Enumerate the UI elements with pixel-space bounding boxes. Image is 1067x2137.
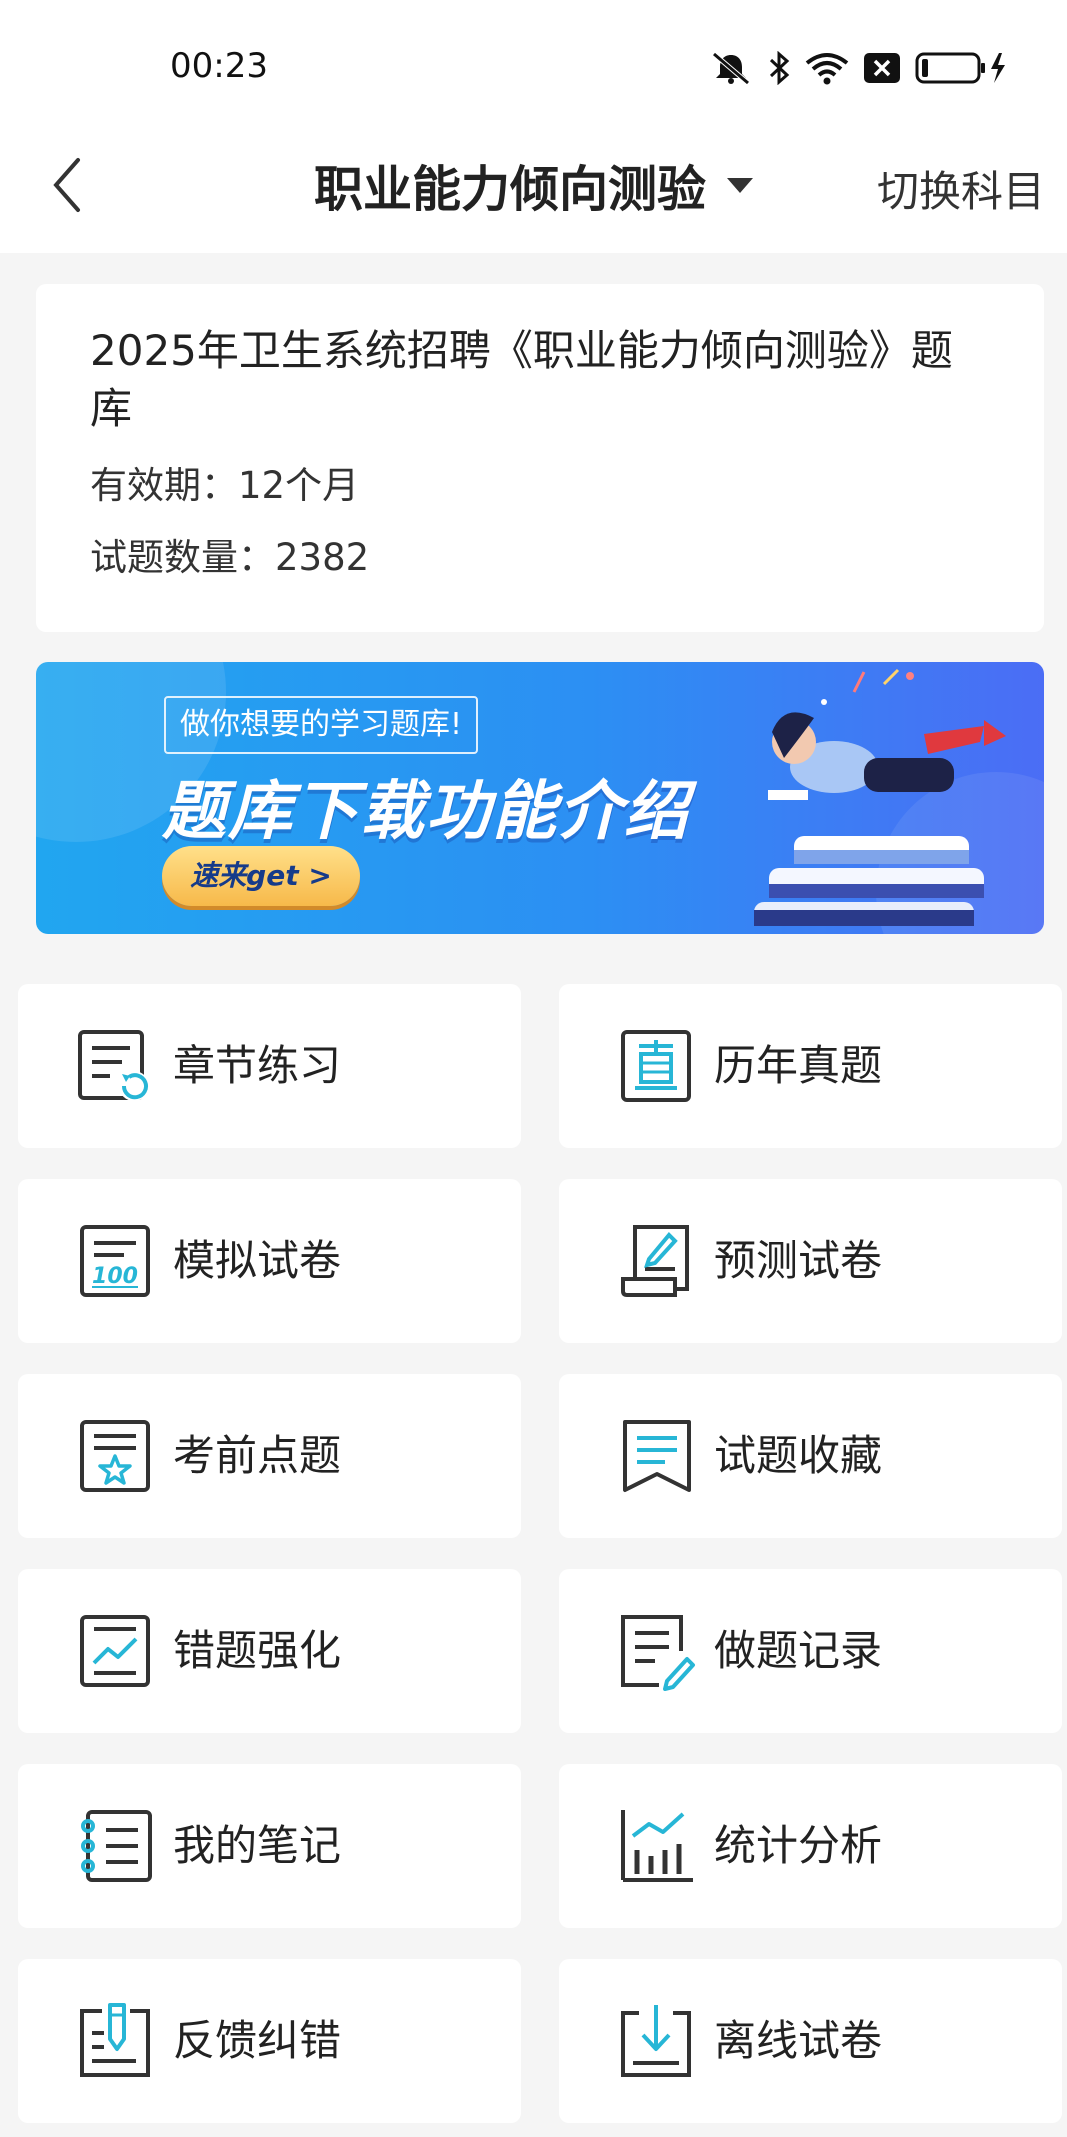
question-count: 试题数量：2382	[90, 536, 370, 579]
student-reading-illustration	[754, 668, 1006, 926]
validity-period: 有效期：12个月	[90, 464, 360, 507]
status-time: 00:23	[170, 46, 268, 86]
status-bar: 00:23	[0, 0, 1067, 120]
bookmark-icon	[623, 1420, 691, 1492]
menu-label: 我的笔记	[173, 1821, 342, 1870]
practice-record-icon	[621, 1615, 695, 1691]
statistics-icon	[621, 1810, 693, 1882]
mute-icon	[712, 52, 750, 85]
menu-feedback[interactable]: 反馈纠错	[18, 1959, 521, 2123]
menu-chapter-practice[interactable]: 章节练习	[18, 984, 521, 1148]
nav-bar: 职业能力倾向测验 切换科目	[0, 120, 1067, 253]
menu-label: 统计分析	[714, 1821, 883, 1870]
menu-statistics[interactable]: 统计分析	[559, 1764, 1062, 1928]
question-bank-title: 2025年卫生系统招聘《职业能力倾向测验》题库	[90, 326, 953, 433]
notes-icon	[81, 1810, 152, 1882]
promo-banner[interactable]: 做你想要的学习题库! 题库下载功能介绍 速来get >	[36, 662, 1044, 934]
menu-practice-record[interactable]: 做题记录	[559, 1569, 1062, 1733]
menu-label: 离线试卷	[714, 2016, 883, 2065]
menu-offline-paper[interactable]: 离线试卷	[559, 1959, 1062, 2123]
menu-label: 章节练习	[173, 1041, 342, 1090]
menu-past-exams[interactable]: 历年真题	[559, 984, 1062, 1148]
banner-cta-button[interactable]: 速来get >	[162, 846, 360, 906]
sim-blocked-icon	[864, 53, 900, 83]
past-exams-icon	[621, 1030, 691, 1102]
page-title: 职业能力倾向测验	[313, 161, 706, 218]
wrong-questions-icon	[80, 1615, 150, 1687]
menu-label: 错题强化	[173, 1626, 342, 1675]
menu-label: 反馈纠错	[173, 2016, 342, 2065]
menu-prediction-paper[interactable]: 预测试卷	[559, 1179, 1062, 1343]
menu-my-notes[interactable]: 我的笔记	[18, 1764, 521, 1928]
svg-text:100: 100	[92, 1264, 138, 1289]
menu-label: 历年真题	[714, 1041, 883, 1090]
menu-label: 试题收藏	[714, 1431, 883, 1480]
chapter-practice-icon	[78, 1030, 149, 1101]
wifi-icon	[805, 53, 849, 85]
battery-icon	[915, 52, 1005, 84]
pre-exam-tips-icon	[80, 1420, 150, 1492]
menu-pre-exam-tips[interactable]: 考前点题	[18, 1374, 521, 1538]
menu-label: 预测试卷	[714, 1236, 883, 1285]
switch-subject-button[interactable]: 切换科目	[877, 158, 1045, 219]
menu-wrong-questions[interactable]: 错题强化	[18, 1569, 521, 1733]
question-bank-info-card: 2025年卫生系统招聘《职业能力倾向测验》题库 有效期：12个月 试题数量：23…	[36, 284, 1044, 632]
caret-down-icon	[727, 177, 754, 193]
menu-bookmarks[interactable]: 试题收藏	[559, 1374, 1062, 1538]
bluetooth-icon	[769, 51, 790, 85]
feedback-icon	[80, 2003, 150, 2077]
banner-tagline: 做你想要的学习题库!	[164, 696, 479, 754]
banner-headline: 题库下载功能介绍	[162, 775, 690, 849]
menu-label: 做题记录	[714, 1626, 883, 1675]
mock-paper-icon: 100	[80, 1225, 150, 1297]
menu-mock-paper[interactable]: 100 模拟试卷	[18, 1179, 521, 1343]
offline-download-icon	[621, 2005, 691, 2077]
status-icons	[709, 48, 1009, 88]
menu-label: 考前点题	[173, 1431, 342, 1480]
menu-label: 模拟试卷	[173, 1236, 342, 1285]
prediction-paper-icon	[621, 1225, 689, 1297]
